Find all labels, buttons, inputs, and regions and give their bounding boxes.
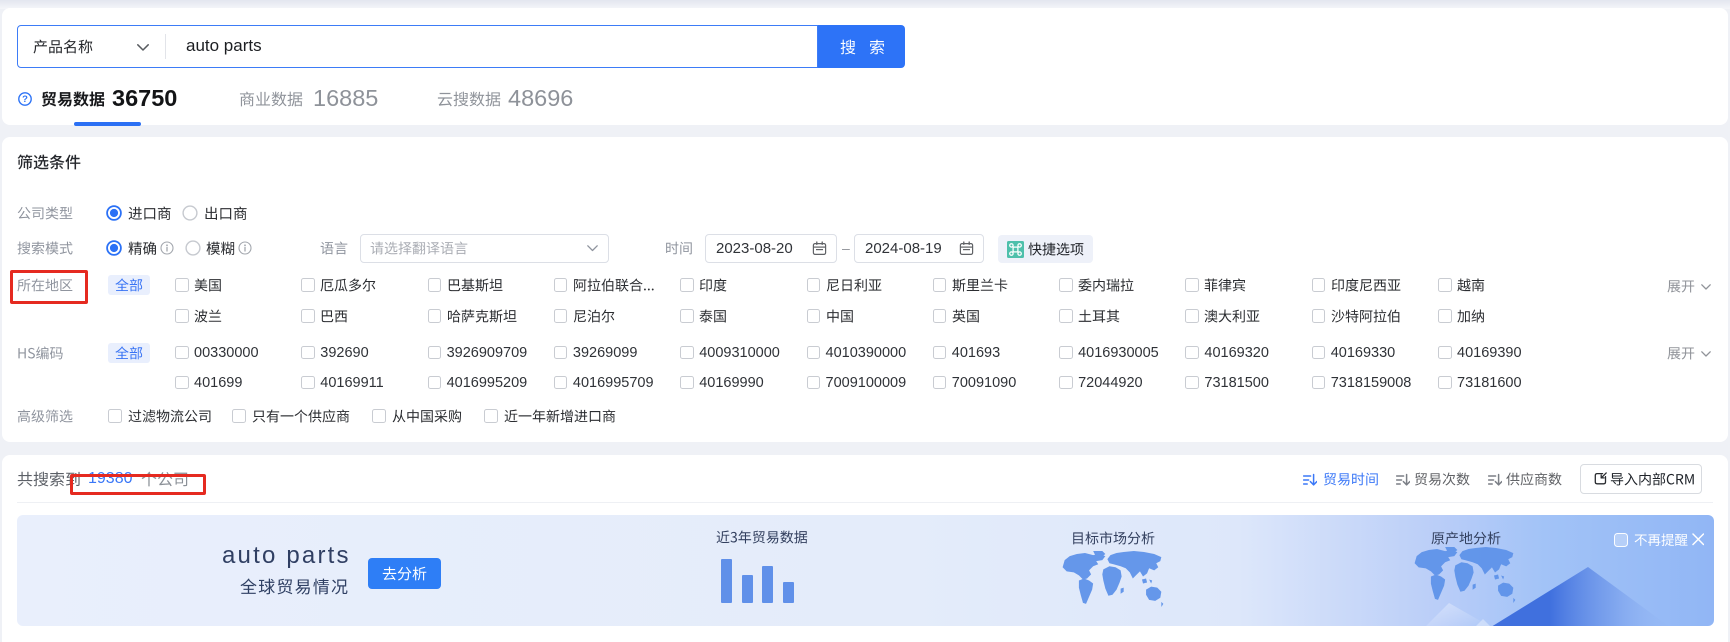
svg-text:?: ? [22, 94, 28, 105]
